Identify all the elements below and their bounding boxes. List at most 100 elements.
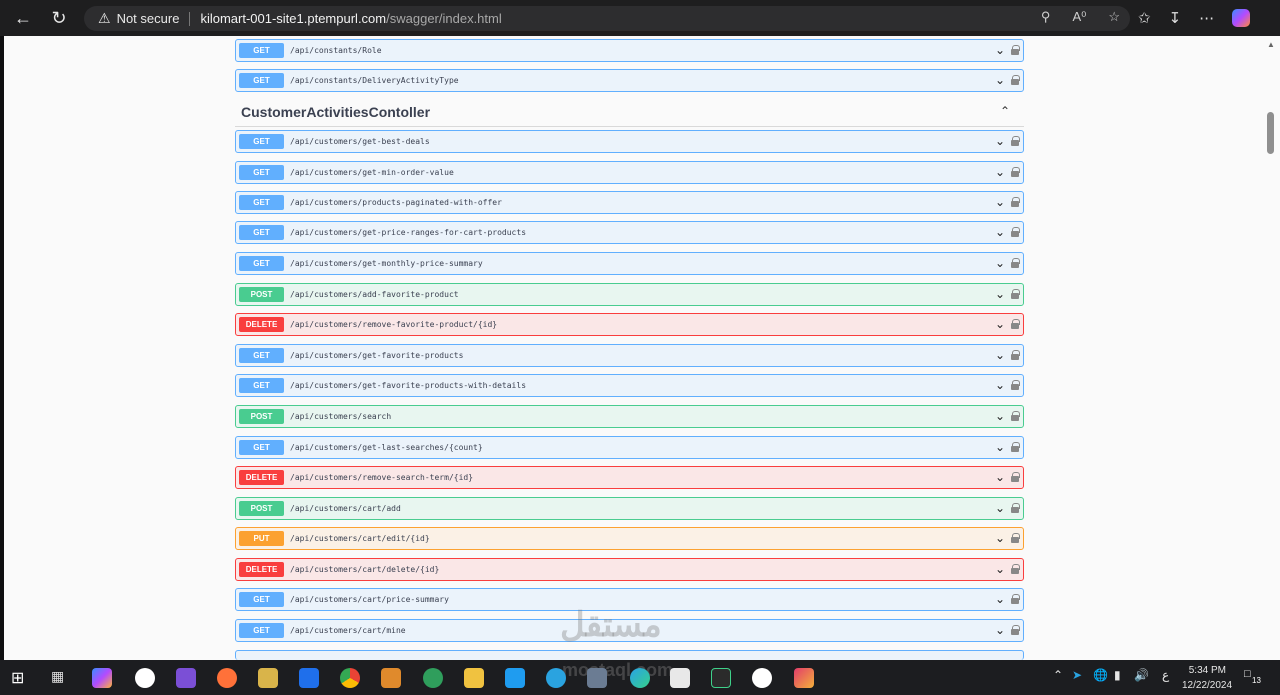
volume-icon[interactable]: 🔊 [1134,668,1149,682]
lock-icon[interactable] [1011,564,1020,574]
reload-button[interactable]: ↻ [41,0,77,36]
lock-icon[interactable] [1011,167,1020,177]
operation-row[interactable]: DELETE /api/customers/remove-favorite-pr… [235,313,1024,336]
system-clock[interactable]: 5:34 PM 12/22/2024 [1182,663,1232,693]
zoom-icon[interactable]: ⚲ [1041,9,1051,25]
copilot-icon[interactable] [1232,9,1251,27]
app-icon-yellow[interactable] [258,668,278,688]
lock-icon[interactable] [1011,289,1020,299]
app-icon-network[interactable] [587,668,607,688]
scrollbar-thumb[interactable] [1267,112,1274,154]
app-icon-github-desktop[interactable] [423,668,443,688]
operation-row[interactable]: POST /api/customers/search ⌄ [235,405,1024,428]
operation-row[interactable]: GET /api/customers/get-min-order-value ⌄ [235,161,1024,184]
scroll-up-arrow-icon[interactable]: ▲ [1267,40,1275,49]
back-button[interactable]: ← [5,0,41,36]
app-icon-green-s[interactable] [711,668,731,688]
chevron-down-icon[interactable]: ⌄ [995,623,1005,637]
settings-gear-app-icon[interactable] [381,668,401,688]
chevron-down-icon[interactable]: ⌄ [995,531,1005,545]
section-title[interactable]: CustomerActivitiesContoller [241,104,430,120]
lock-icon[interactable] [1011,533,1020,543]
operation-row[interactable]: DELETE /api/customers/remove-search-term… [235,466,1024,489]
app-icon-box[interactable] [670,668,690,688]
url-host[interactable]: kilomart-001-site1.ptempurl.com [200,11,386,26]
postman-icon[interactable] [217,668,237,688]
operation-row[interactable]: GET /api/customers/get-best-deals ⌄ [235,130,1024,153]
operation-row[interactable]: PUT /api/customers/cart/edit/{id} ⌄ [235,527,1024,550]
battery-icon[interactable]: ▮ [1114,668,1121,682]
favorites-icon[interactable]: ✩ [1138,9,1151,27]
operation-row[interactable]: GET /api/customers/products-paginated-wi… [235,191,1024,214]
lock-icon[interactable] [1011,411,1020,421]
input-language[interactable]: ع [1162,668,1169,682]
chevron-down-icon[interactable]: ⌄ [995,165,1005,179]
chevron-down-icon[interactable]: ⌄ [995,440,1005,454]
operation-row[interactable]: POST /api/customers/add-favorite-product… [235,283,1024,306]
chevron-down-icon[interactable]: ⌄ [995,592,1005,606]
read-aloud-icon[interactable]: A⁰ [1072,9,1086,25]
vscode-icon[interactable] [505,668,525,688]
chevron-down-icon[interactable]: ⌄ [995,225,1005,239]
operation-row[interactable]: GET /api/constants/Role ⌄ [235,39,1024,62]
chevron-down-icon[interactable]: ⌄ [995,195,1005,209]
chrome-icon[interactable] [340,668,360,688]
chevron-down-icon[interactable]: ⌄ [995,501,1005,515]
copilot-app-icon[interactable] [92,668,112,688]
not-secure-label[interactable]: Not secure [117,11,180,26]
chevron-down-icon[interactable]: ⌄ [995,470,1005,484]
lock-icon[interactable] [1011,227,1020,237]
file-explorer-icon[interactable] [464,668,484,688]
chevron-down-icon[interactable]: ⌄ [995,43,1005,57]
chevron-down-icon[interactable]: ⌄ [995,256,1005,270]
operation-row[interactable]: GET /api/customers/get-monthly-price-sum… [235,252,1024,275]
lock-icon[interactable] [1011,350,1020,360]
address-bar[interactable]: ⚠ Not secure kilomart-001-site1.ptempurl… [84,6,1130,31]
notifications-icon[interactable]: □ 13 [1244,668,1264,686]
downloads-icon[interactable]: ↧ [1169,9,1182,27]
operation-row-partial[interactable] [235,650,1024,660]
lock-icon[interactable] [1011,594,1020,604]
rider-icon[interactable] [794,668,814,688]
operation-row[interactable]: POST /api/customers/cart/add ⌄ [235,497,1024,520]
lock-icon[interactable] [1011,319,1020,329]
lock-icon[interactable] [1011,380,1020,390]
lock-icon[interactable] [1011,75,1020,85]
chevron-down-icon[interactable]: ⌄ [995,562,1005,576]
task-view-icon[interactable]: ▦ [51,668,71,688]
url-path[interactable]: /swagger/index.html [386,11,502,26]
tray-chevron-up-icon[interactable]: ⌃ [1053,668,1063,682]
operation-row[interactable]: DELETE /api/customers/cart/delete/{id} ⌄ [235,558,1024,581]
operation-row[interactable]: GET /api/customers/get-last-searches/{co… [235,436,1024,459]
app-icon-green[interactable] [135,668,155,688]
operation-row[interactable]: GET /api/constants/DeliveryActivityType … [235,69,1024,92]
lock-icon[interactable] [1011,45,1020,55]
lock-icon[interactable] [1011,136,1020,146]
edge-icon[interactable] [630,668,650,688]
chevron-down-icon[interactable]: ⌄ [995,317,1005,331]
lock-icon[interactable] [1011,472,1020,482]
chevron-down-icon[interactable]: ⌄ [995,287,1005,301]
chevron-down-icon[interactable]: ⌄ [995,134,1005,148]
telegram-icon[interactable] [546,668,566,688]
lock-icon[interactable] [1011,625,1020,635]
operation-row[interactable]: GET /api/customers/get-price-ranges-for-… [235,221,1024,244]
chevron-down-icon[interactable]: ⌄ [995,378,1005,392]
visual-studio-icon[interactable] [176,668,196,688]
operation-row[interactable]: GET /api/customers/get-favorite-products… [235,344,1024,367]
globe-icon[interactable]: 🌐 [1093,668,1108,682]
lock-icon[interactable] [1011,503,1020,513]
favorite-star-icon[interactable]: ☆ [1108,9,1120,25]
chevron-down-icon[interactable]: ⌄ [995,348,1005,362]
warning-icon[interactable]: ⚠ [98,10,111,27]
section-header[interactable]: CustomerActivitiesContoller ⌃ [235,99,1024,127]
lock-icon[interactable] [1011,197,1020,207]
more-menu-icon[interactable]: ⋯ [1199,9,1214,27]
github-icon[interactable] [752,668,772,688]
lock-icon[interactable] [1011,258,1020,268]
tray-telegram-icon[interactable]: ➤ [1072,668,1082,682]
chevron-down-icon[interactable]: ⌄ [995,409,1005,423]
chevron-down-icon[interactable]: ⌄ [995,73,1005,87]
app-icon-blue[interactable] [299,668,319,688]
lock-icon[interactable] [1011,442,1020,452]
